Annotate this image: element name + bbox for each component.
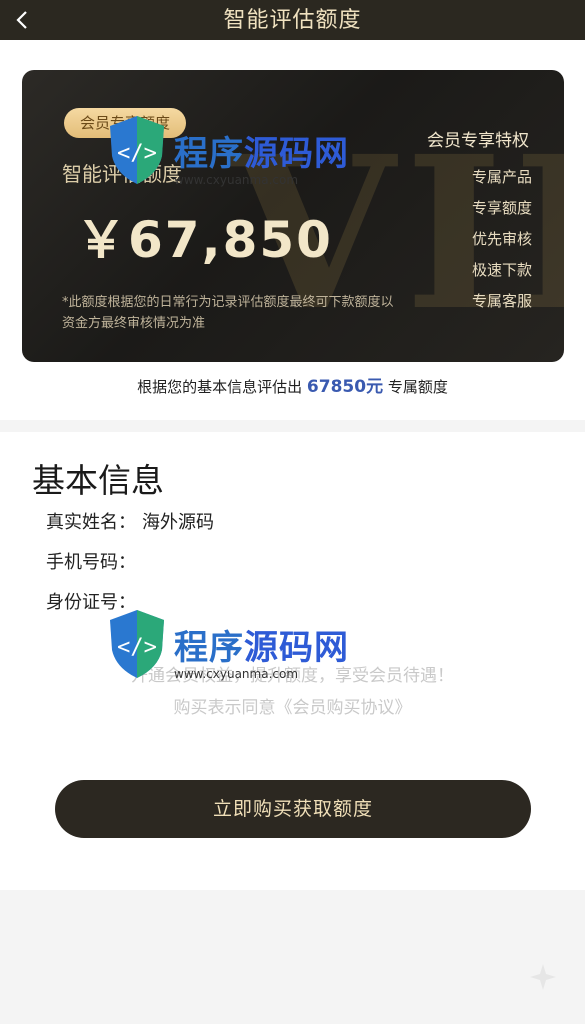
evaluation-amount: 67850元 — [306, 377, 384, 397]
privilege-item: 专属客服 — [472, 292, 533, 310]
phone-label: 手机号码： — [46, 552, 136, 573]
agreement-link[interactable]: 购买表示同意《会员购买协议》 — [0, 692, 585, 724]
basic-info-section: 基本信息 真实姓名： 海外源码 手机号码： 身份证号： 开通会员权益，提升额度，享… — [0, 432, 585, 890]
privilege-item: 优先审核 — [472, 230, 533, 248]
id-row: 身份证号： — [46, 588, 136, 614]
agreement-text: 开通会员权益，提升额度，享受会员待遇！ 购买表示同意《会员购买协议》 — [0, 660, 585, 724]
id-label: 身份证号： — [46, 592, 136, 613]
sparkle-icon — [530, 964, 556, 990]
privilege-item: 专属产品 — [472, 168, 533, 186]
card-note: *此额度根据您的日常行为记录评估额度最终可下款额度以资金方最终审核情况为准 — [62, 295, 394, 331]
privileges-list: 专属产品 专享额度 优先审核 极速下款 专属客服 — [472, 162, 552, 317]
top-nav-bar: 智能评估额度 — [0, 0, 585, 40]
member-badge: 会员专享额度 — [64, 108, 187, 138]
privilege-item: 极速下款 — [472, 261, 533, 279]
agreement-line-1: 开通会员权益，提升额度，享受会员待遇！ — [131, 666, 454, 686]
info-title: 基本信息 — [32, 461, 164, 500]
card-label: 智能评估额度 — [62, 162, 182, 186]
privilege-item: 专享额度 — [472, 199, 533, 217]
card-section: VIP 会员专享额度 智能评估额度 ￥67,850 *此额度根据您的日常行为记录… — [0, 40, 585, 420]
privileges-title: 会员专享特权 — [427, 131, 529, 151]
name-row: 真实姓名： 海外源码 — [46, 508, 214, 534]
name-value: 海外源码 — [142, 512, 214, 533]
buy-button[interactable]: 立即购买获取额度 — [55, 780, 531, 838]
credit-amount: ￥67,850 — [76, 211, 333, 269]
vip-card: VIP 会员专享额度 智能评估额度 ￥67,850 *此额度根据您的日常行为记录… — [22, 70, 564, 362]
name-label: 真实姓名： — [46, 512, 136, 533]
evaluation-suffix: 专属额度 — [387, 378, 448, 396]
bottom-area — [0, 890, 585, 1024]
page-title: 智能评估额度 — [223, 8, 362, 33]
evaluation-prefix: 根据您的基本信息评估出 — [137, 378, 303, 396]
phone-row: 手机号码： — [46, 548, 136, 574]
evaluation-line: 根据您的基本信息评估出 67850元 专属额度 — [0, 372, 585, 397]
